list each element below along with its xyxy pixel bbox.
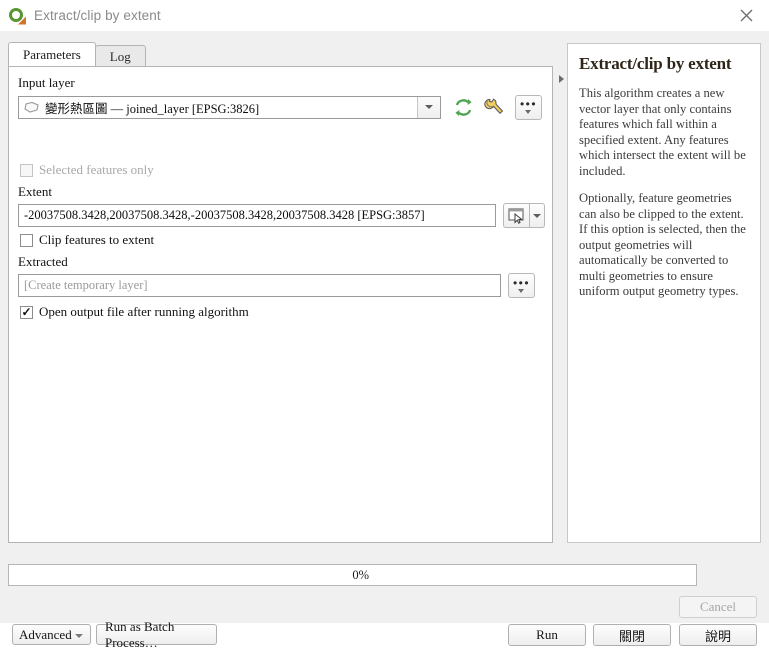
chevron-down-icon xyxy=(75,634,83,638)
extent-label: Extent xyxy=(18,184,52,199)
extent-options-dropdown[interactable] xyxy=(530,203,545,228)
tab-parameters[interactable]: Parameters xyxy=(8,42,96,66)
clip-features-to-extent-checkbox[interactable]: Clip features to extent xyxy=(20,232,154,248)
parameters-panel: Parameters Log Input layer 變形熱區圖 — joine… xyxy=(8,42,553,543)
selected-features-only-label: Selected features only xyxy=(39,162,154,177)
run-as-batch-button[interactable]: Run as Batch Process… xyxy=(96,619,217,650)
help-paragraph-2: Optionally, feature geometries can also … xyxy=(579,191,746,298)
chevron-down-icon xyxy=(518,288,525,293)
tab-log[interactable]: Log xyxy=(94,45,146,66)
dialog-body: Parameters Log Input layer 變形熱區圖 — joine… xyxy=(0,31,769,650)
parameters-tab-page: Input layer 變形熱區圖 — joined_layer [EPSG:3… xyxy=(8,66,553,543)
close-button[interactable]: 關閉 xyxy=(593,624,671,646)
extracted-browse-button[interactable]: ••• xyxy=(508,273,535,298)
help-button[interactable]: 說明 xyxy=(679,624,757,646)
qgis-logo-icon xyxy=(8,7,26,25)
window-title: Extract/clip by extent xyxy=(34,8,161,23)
cancel-button: Cancel xyxy=(679,596,757,618)
input-layer-row: 變形熱區圖 — joined_layer [EPSG:3826] ••• xyxy=(18,94,545,120)
extent-input[interactable]: -20037508.3428,20037508.3428,-20037508.3… xyxy=(18,204,497,227)
open-output-after-run-checkbox[interactable]: ✓ Open output file after running algorit… xyxy=(20,304,249,320)
extracted-row: [Create temporary layer] ••• xyxy=(18,273,545,298)
iterate-refresh-icon[interactable] xyxy=(449,94,477,120)
collapse-panel-arrow-icon[interactable] xyxy=(556,73,566,85)
advanced-button[interactable]: Advanced xyxy=(12,624,91,645)
window-titlebar: Extract/clip by extent xyxy=(0,0,769,32)
extent-row: -20037508.3428,20037508.3428,-20037508.3… xyxy=(18,203,545,228)
input-layer-combo[interactable]: 變形熱區圖 — joined_layer [EPSG:3826] xyxy=(18,95,441,119)
help-title: Extract/clip by extent xyxy=(579,54,732,73)
wrench-icon[interactable] xyxy=(481,94,509,120)
clip-features-to-extent-label: Clip features to extent xyxy=(39,232,155,247)
tab-bar: Parameters Log xyxy=(8,42,146,66)
input-layer-more-button[interactable]: ••• xyxy=(515,94,542,120)
chevron-down-icon[interactable] xyxy=(417,96,440,118)
progress-bar: 0% xyxy=(8,564,697,586)
input-layer-value: 變形熱區圖 — joined_layer [EPSG:3826] xyxy=(45,101,260,116)
input-layer-label: Input layer xyxy=(18,75,75,90)
checkbox-box: ✓ xyxy=(20,304,33,319)
checkbox-box xyxy=(20,233,33,247)
advanced-button-label: Advanced xyxy=(19,626,72,642)
map-extent-select-icon[interactable] xyxy=(503,203,531,228)
check-glyph: ✓ xyxy=(21,304,32,319)
checkbox-box xyxy=(20,163,33,177)
progress-label: 0% xyxy=(352,567,369,582)
chevron-down-icon xyxy=(525,110,532,114)
polygon-layer-icon xyxy=(23,101,40,114)
selected-features-only-checkbox: Selected features only xyxy=(20,162,154,178)
help-panel: Extract/clip by extent This algorithm cr… xyxy=(567,43,761,543)
extracted-output-input[interactable]: [Create temporary layer] xyxy=(18,274,501,297)
extracted-label: Extracted xyxy=(18,254,68,269)
ellipsis-icon: ••• xyxy=(519,97,538,111)
ellipsis-icon: ••• xyxy=(512,275,531,290)
close-icon[interactable] xyxy=(723,0,769,31)
run-button[interactable]: Run xyxy=(508,624,586,646)
open-output-after-run-label: Open output file after running algorithm xyxy=(39,304,249,319)
help-paragraph-1: This algorithm creates a new vector laye… xyxy=(579,86,746,178)
